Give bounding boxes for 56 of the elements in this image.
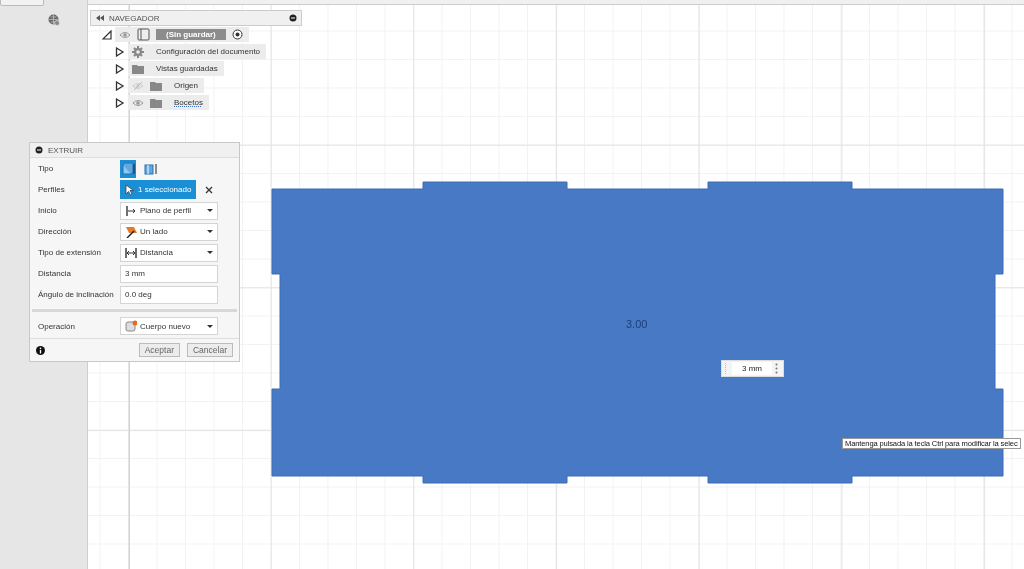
selection-button[interactable]: 1 seleccionado	[120, 180, 197, 199]
field-label: Tipo	[38, 164, 55, 173]
folder-icon	[132, 62, 144, 75]
tree-item[interactable]: Configuración del documento	[128, 44, 267, 59]
panel-title: NAVEGADOR	[109, 13, 160, 23]
eye-icon[interactable]	[119, 29, 131, 40]
caret-icon	[207, 324, 213, 328]
expand-icon[interactable]	[115, 63, 125, 74]
field-label: Distancia	[38, 269, 72, 278]
tree-item[interactable]: Vistas guardadas	[128, 61, 224, 76]
minimize-icon	[35, 146, 43, 154]
caret-icon	[207, 209, 213, 212]
eye-icon[interactable]	[132, 97, 144, 108]
expand-icon[interactable]	[115, 97, 125, 108]
extrude-icon	[121, 162, 135, 175]
direction-icon	[125, 225, 137, 238]
input-field[interactable]: 0.0 deg	[120, 285, 218, 304]
body-icon	[125, 320, 137, 332]
dropdown[interactable]: Un lado	[120, 222, 218, 241]
plane-icon	[125, 204, 137, 217]
collapse-icon[interactable]	[102, 29, 112, 40]
field-label: Inicio	[38, 206, 58, 215]
clear-icon[interactable]	[205, 185, 214, 194]
tree-item[interactable]: Bocetos	[128, 95, 209, 110]
caret-icon	[207, 251, 213, 254]
dropdown[interactable]: Cuerpo nuevo	[120, 317, 218, 335]
folder-icon	[150, 79, 162, 92]
dialog-title: EXTRUIR	[48, 145, 84, 155]
field-label: Perfiles	[38, 185, 66, 194]
info-icon	[36, 345, 45, 355]
ok-button[interactable]: Aceptar	[138, 343, 180, 357]
collapse-panel-icon	[95, 14, 104, 22]
dropdown[interactable]: Plano de perfil	[120, 201, 218, 220]
component-icon	[137, 28, 150, 41]
more-icon[interactable]	[775, 363, 778, 374]
distance-icon	[125, 246, 137, 259]
field-label: Operación	[38, 321, 76, 331]
dropdown[interactable]: Distancia	[120, 243, 218, 262]
cursor-icon	[125, 183, 134, 196]
globe-icon[interactable]	[48, 14, 60, 26]
cancel-button[interactable]: Cancelar	[186, 343, 233, 357]
dimension-label: 3.00	[626, 318, 648, 330]
extrude-icon	[143, 162, 157, 175]
folder-icon	[150, 96, 162, 109]
solid-extrude-button[interactable]	[120, 159, 136, 178]
field-label: Dirección	[38, 227, 73, 236]
expand-icon[interactable]	[115, 46, 125, 57]
expand-icon[interactable]	[115, 80, 125, 91]
caret-icon	[207, 230, 213, 233]
input-field[interactable]: 3 mm	[120, 264, 218, 283]
distance-input[interactable]: 3 mm	[721, 360, 784, 377]
tree-item[interactable]: Origen	[128, 78, 204, 93]
tree-label: (Sin guardar)	[156, 29, 226, 40]
minimize-icon	[289, 14, 297, 22]
activate-icon	[231, 29, 243, 40]
gear-icon	[132, 45, 144, 58]
